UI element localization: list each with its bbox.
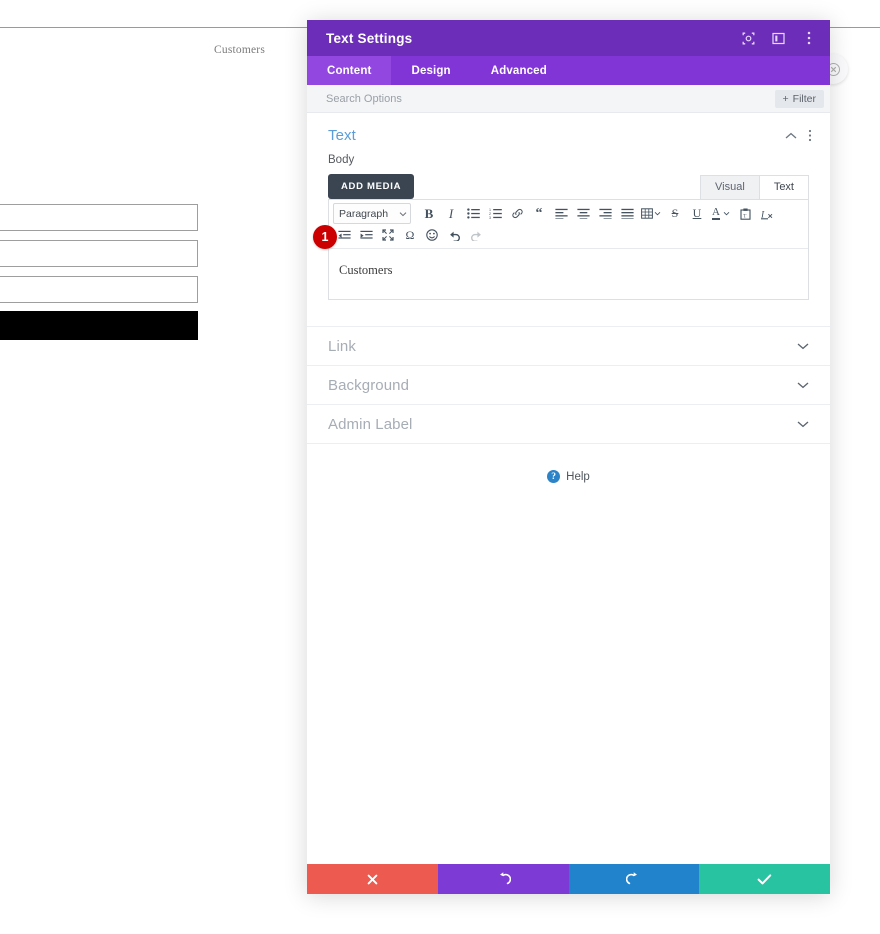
- background-input-field-1[interactable]: [0, 204, 198, 231]
- checkmark-icon: [757, 873, 772, 884]
- section-text-actions: [785, 129, 812, 142]
- editor-mode-tabs: Visual Text: [700, 175, 809, 199]
- editor-toolbar-row-1: Paragraph B I 1 2 3 “ S U A T I: [333, 203, 804, 224]
- close-x-icon: [367, 874, 378, 884]
- panel-body: Text Body ADD MEDIA Visual Text Paragrap…: [307, 113, 830, 864]
- body-field-block: Body ADD MEDIA Visual Text Paragraph B I…: [307, 154, 830, 300]
- numbered-list-icon[interactable]: 1 2 3: [484, 204, 506, 224]
- emoji-icon[interactable]: [421, 225, 443, 245]
- background-submit-button[interactable]: [0, 311, 198, 340]
- format-select[interactable]: Paragraph: [333, 203, 411, 224]
- align-left-icon[interactable]: [550, 204, 572, 224]
- editor-paragraph: Customers: [339, 263, 393, 277]
- section-text-title: Text: [328, 127, 356, 144]
- editor-content-area[interactable]: Customers: [329, 249, 808, 299]
- table-icon[interactable]: [638, 204, 664, 224]
- fullscreen-icon[interactable]: [377, 225, 399, 245]
- search-options-row: + Filter: [307, 85, 830, 113]
- text-color-icon[interactable]: A: [708, 204, 734, 224]
- plus-icon: +: [782, 92, 789, 105]
- section-text-header[interactable]: Text: [307, 113, 830, 154]
- svg-text:3: 3: [489, 216, 491, 219]
- screenshot-root: Customers Text Settings Content Design A…: [0, 0, 880, 934]
- editor-tab-text[interactable]: Text: [759, 175, 809, 199]
- background-input-field-2[interactable]: [0, 240, 198, 267]
- italic-icon[interactable]: I: [440, 204, 462, 224]
- cancel-button[interactable]: [307, 864, 438, 894]
- section-admin-label-title: Admin Label: [328, 415, 413, 433]
- tab-content[interactable]: Content: [307, 56, 392, 85]
- panel-titlebar: Text Settings: [307, 20, 830, 56]
- link-icon[interactable]: [506, 204, 528, 224]
- editor-toolbar: Paragraph B I 1 2 3 “ S U A T I Ω: [329, 200, 808, 249]
- caret-down-icon: [399, 211, 407, 216]
- background-customers-heading: Customers: [214, 44, 265, 56]
- section-link-title: Link: [328, 337, 356, 355]
- format-select-value: Paragraph: [339, 207, 389, 220]
- wysiwyg-editor: Paragraph B I 1 2 3 “ S U A T I Ω Custom…: [328, 199, 809, 300]
- chevron-down-icon[interactable]: [797, 342, 809, 350]
- redo-button[interactable]: [568, 864, 700, 894]
- panel-tab-bar: Content Design Advanced: [307, 56, 830, 85]
- editor-toolbar-row-2: Ω: [333, 225, 804, 245]
- more-options-icon[interactable]: [800, 30, 817, 47]
- undo-icon[interactable]: [443, 225, 465, 245]
- redo-arrow-icon: [626, 871, 638, 884]
- blockquote-icon[interactable]: “: [528, 204, 550, 224]
- text-settings-panel: Text Settings Content Design Advanced Se…: [307, 20, 830, 894]
- filter-button-label: Filter: [792, 92, 816, 105]
- target-icon[interactable]: [740, 30, 757, 47]
- svg-text:T: T: [743, 214, 746, 219]
- bulleted-list-icon[interactable]: [462, 204, 484, 224]
- align-right-icon[interactable]: [594, 204, 616, 224]
- filter-button[interactable]: + Filter: [774, 89, 824, 108]
- tab-advanced[interactable]: Advanced: [471, 56, 567, 85]
- save-button[interactable]: [699, 864, 830, 894]
- editor-topbar: ADD MEDIA Visual Text: [328, 174, 809, 199]
- panel-title: Text Settings: [326, 30, 413, 46]
- chevron-down-icon[interactable]: [797, 381, 809, 389]
- underline-icon[interactable]: U: [686, 204, 708, 224]
- search-input[interactable]: [326, 92, 775, 105]
- chevron-up-icon[interactable]: [785, 132, 797, 140]
- titlebar-icon-group: [740, 30, 817, 47]
- section-more-options-icon[interactable]: [808, 129, 812, 142]
- align-justify-icon[interactable]: [616, 204, 638, 224]
- add-media-button[interactable]: ADD MEDIA: [328, 174, 415, 199]
- special-character-icon[interactable]: Ω: [399, 225, 421, 245]
- help-link[interactable]: ? Help: [307, 444, 830, 483]
- section-background-title: Background: [328, 376, 410, 394]
- section-link[interactable]: Link: [307, 326, 830, 365]
- panel-footer: [307, 864, 830, 894]
- layout-panel-icon[interactable]: [770, 30, 787, 47]
- question-mark-icon: ?: [547, 470, 561, 483]
- clear-formatting-icon[interactable]: I: [756, 204, 778, 224]
- step-badge-1: 1: [313, 225, 337, 249]
- body-field-label: Body: [328, 154, 355, 166]
- indent-icon[interactable]: [355, 225, 377, 245]
- section-text: Text Body ADD MEDIA Visual Text Paragrap…: [307, 113, 830, 326]
- background-input-field-3[interactable]: [0, 276, 198, 303]
- chevron-down-icon[interactable]: [797, 420, 809, 428]
- strikethrough-icon[interactable]: S: [664, 204, 686, 224]
- help-label: Help: [566, 470, 590, 483]
- redo-icon[interactable]: [465, 225, 487, 245]
- undo-button[interactable]: [437, 864, 569, 894]
- section-background[interactable]: Background: [307, 365, 830, 404]
- align-center-icon[interactable]: [572, 204, 594, 224]
- section-admin-label[interactable]: Admin Label: [307, 404, 830, 443]
- paste-as-text-icon[interactable]: T: [734, 204, 756, 224]
- bold-icon[interactable]: B: [418, 204, 440, 224]
- undo-arrow-icon: [499, 871, 511, 884]
- tab-design[interactable]: Design: [391, 56, 470, 85]
- editor-tab-visual[interactable]: Visual: [700, 175, 760, 199]
